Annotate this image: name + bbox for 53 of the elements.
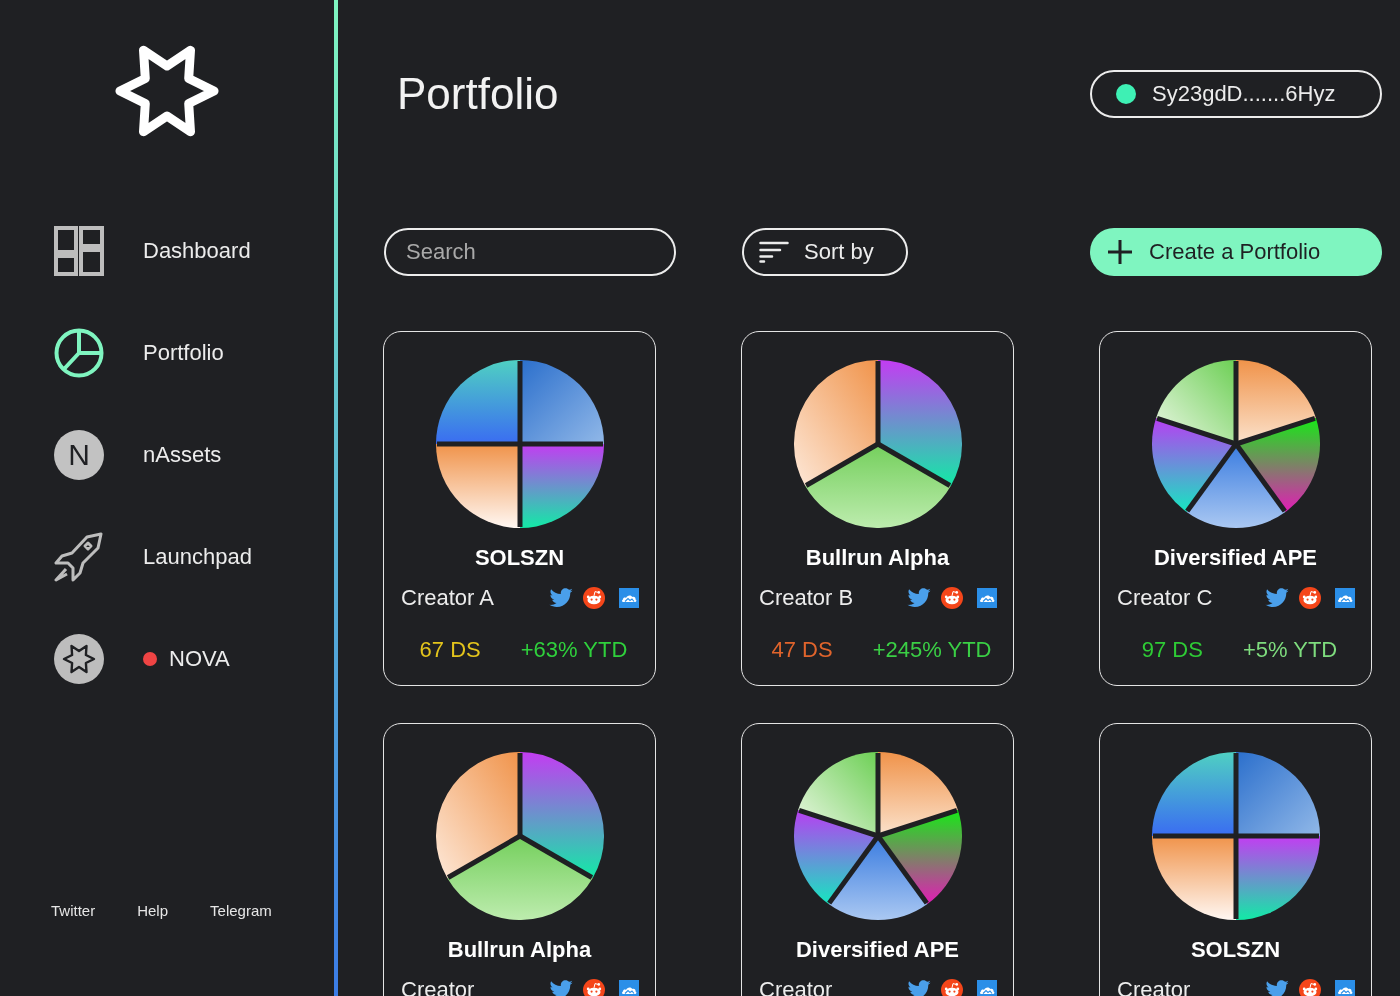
bird-icon[interactable]	[1265, 588, 1289, 608]
letter-circle-icon: N	[54, 430, 104, 480]
portfolio-card[interactable]: SOLSZN Creator A 67 DS +63% YTD	[383, 331, 656, 686]
portfolio-name: Diversified APE	[796, 937, 959, 963]
bird-icon[interactable]	[549, 588, 573, 608]
creator-name: Creator C	[1117, 584, 1213, 612]
wallet-button[interactable]: Sy23gdD.......6Hyz	[1090, 70, 1382, 118]
ds-score: 67 DS	[419, 636, 481, 664]
sort-lines-icon	[759, 241, 789, 263]
search-field[interactable]: Search	[384, 228, 676, 276]
bird-icon[interactable]	[907, 980, 931, 996]
bird-icon[interactable]	[1265, 980, 1289, 996]
footer-link[interactable]: Help	[137, 902, 169, 919]
round-face-icon[interactable]	[941, 979, 963, 996]
creator-name: Creator A	[401, 584, 494, 612]
portfolio-card[interactable]: Diversified APE Creator C 97 DS +5% YTD	[1099, 331, 1372, 686]
cloud-tile-icon[interactable]	[977, 980, 997, 996]
portfolio-name: SOLSZN	[474, 545, 565, 571]
portfolio-name: SOLSZN	[1190, 937, 1281, 963]
portfolio-name: Bullrun Alpha	[447, 937, 592, 963]
ds-score: 97 DS	[1141, 636, 1203, 664]
ytd-return: +245% YTD	[872, 636, 992, 664]
portfolio-card[interactable]: Bullrun Alpha Creator B 47 DS +245% YTD	[741, 331, 1014, 686]
sort-button[interactable]: Sort by	[742, 228, 908, 276]
star-logo-icon	[114, 44, 220, 138]
cloud-tile-icon[interactable]	[619, 980, 639, 996]
create-portfolio-button[interactable]: Create a Portfolio	[1090, 228, 1382, 276]
footer-link[interactable]: Telegram	[210, 902, 272, 919]
plus-icon	[1108, 240, 1132, 264]
sidebar-item[interactable]: Launchpad	[54, 532, 252, 582]
cloud-tile-icon[interactable]	[977, 588, 997, 608]
round-face-icon[interactable]	[583, 587, 605, 609]
round-face-icon[interactable]	[583, 979, 605, 996]
bird-icon[interactable]	[549, 980, 573, 996]
page-title: Portfolio	[397, 70, 559, 118]
footer-link[interactable]: Twitter	[51, 902, 96, 919]
sidebar-item[interactable]: NOVA	[54, 634, 230, 684]
cloud-tile-icon[interactable]	[1335, 588, 1355, 608]
sidebar-item[interactable]: Dashboard	[54, 226, 251, 276]
cloud-tile-icon[interactable]	[1335, 980, 1355, 996]
ds-score: 47 DS	[771, 636, 833, 664]
bird-icon[interactable]	[907, 588, 931, 608]
round-face-icon[interactable]	[941, 587, 963, 609]
sidebar-item[interactable]: Portfolio	[54, 328, 224, 378]
ytd-return: +5% YTD	[1242, 636, 1338, 664]
round-face-icon[interactable]	[1299, 979, 1321, 996]
sidebar-item[interactable]: N nAssets	[54, 430, 222, 480]
creator-name: Creator B	[759, 584, 854, 612]
portfolio-name: Bullrun Alpha	[805, 545, 950, 571]
round-face-icon[interactable]	[1299, 587, 1321, 609]
ytd-return: +63% YTD	[520, 636, 628, 664]
cloud-tile-icon[interactable]	[619, 588, 639, 608]
portfolio-name: Diversified APE	[1154, 545, 1317, 571]
